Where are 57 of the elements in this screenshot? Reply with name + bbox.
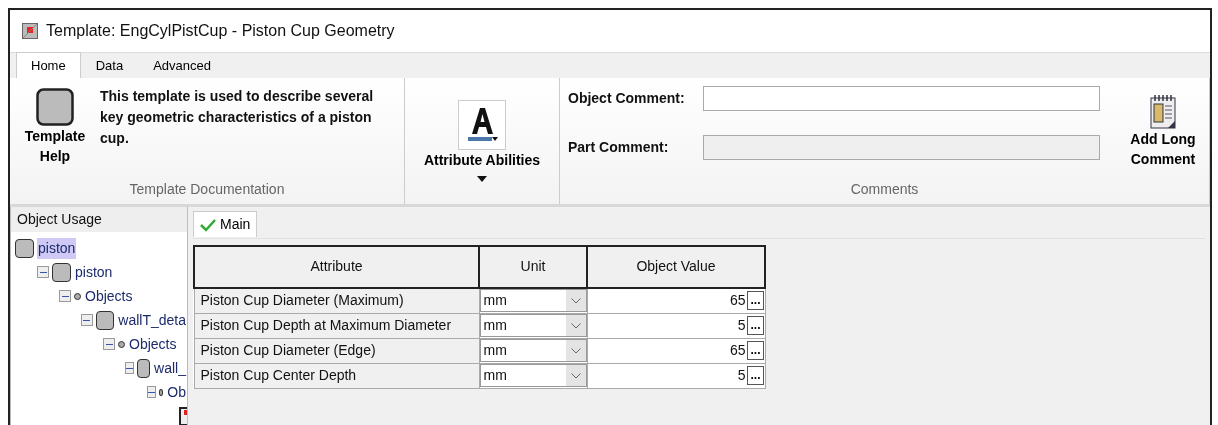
- panel-title: Object Usage: [11, 207, 187, 232]
- field-label: Object Comment:: [568, 89, 686, 108]
- tree-item[interactable]: Ob: [166, 381, 187, 403]
- chevron-down-icon: [570, 347, 581, 354]
- value-field[interactable]: 65: [729, 290, 746, 311]
- checkmark-icon: [200, 217, 216, 232]
- folder-icon: [118, 340, 125, 348]
- comment-field[interactable]: [703, 86, 1100, 111]
- object-icon: [137, 358, 151, 378]
- tree-item[interactable]: piston: [37, 237, 77, 259]
- collapse-icon[interactable]: [103, 338, 115, 350]
- main-tab[interactable]: Main: [193, 211, 258, 237]
- ribbon-tab[interactable]: Data: [80, 51, 139, 78]
- unit-dropdown[interactable]: mm: [479, 364, 587, 387]
- attribute-cell: Piston Cup Diameter (Maximum): [194, 287, 479, 313]
- collapse-icon[interactable]: [59, 290, 71, 302]
- ribbon-tab[interactable]: Home: [16, 51, 81, 78]
- notepad-icon: [1149, 94, 1177, 130]
- column-header: Unit: [479, 245, 587, 288]
- chevron-down-icon: [570, 297, 581, 304]
- attribute-cell: Piston Cup Diameter (Edge): [194, 338, 479, 363]
- object-icon: [36, 88, 74, 126]
- template-help-button[interactable]: Template Help: [18, 86, 92, 179]
- tree-item[interactable]: piston: [74, 261, 114, 283]
- app-icon: [22, 23, 38, 39]
- collapse-icon[interactable]: [37, 266, 49, 278]
- group-label: Comments: [849, 180, 920, 199]
- attribute-cell: Piston Cup Center Depth: [194, 363, 479, 388]
- group-label: Template Documentation: [128, 180, 286, 199]
- column-header: Object Value: [587, 245, 765, 288]
- add-long-comment-button[interactable]: Add Long Comment: [1121, 78, 1205, 179]
- tree-item[interactable]: Objects: [128, 333, 178, 355]
- chevron-down-icon: [570, 372, 581, 379]
- folder-icon: [74, 292, 81, 300]
- attribute-cell: Piston Cup Depth at Maximum Diameter: [194, 313, 479, 338]
- object-icon: [52, 262, 71, 282]
- unit-dropdown[interactable]: mm: [479, 289, 587, 312]
- font-color-icon: [458, 99, 506, 150]
- unit-dropdown[interactable]: mm: [479, 314, 587, 337]
- attribute-abilities-button[interactable]: Attribute Abilities: [421, 97, 543, 185]
- chevron-down-icon: [570, 322, 581, 329]
- unit-dropdown[interactable]: mm: [479, 339, 587, 362]
- collapse-icon[interactable]: [147, 386, 156, 398]
- object-icon: [15, 238, 34, 258]
- tree-item[interactable]: wallT_deta: [117, 309, 187, 331]
- tree-item[interactable]: Objects: [84, 285, 134, 307]
- column-header: Attribute: [194, 245, 479, 288]
- collapse-icon[interactable]: [125, 362, 134, 374]
- ribbon-tab[interactable]: Advanced: [138, 51, 226, 78]
- field-label: Part Comment:: [568, 138, 670, 157]
- template-description: This template is used to describe several key geometric characteristics of a piston cup.: [100, 87, 375, 148]
- dropdown-arrow-icon: [477, 176, 487, 183]
- tree-item[interactable]: wall_: [153, 357, 187, 379]
- collapse-icon[interactable]: [81, 314, 93, 326]
- window-title: Template: EngCylPistCup - Piston Cup Geometry: [46, 21, 395, 41]
- object-icon: [95, 310, 115, 330]
- browse-button[interactable]: ...: [747, 291, 764, 310]
